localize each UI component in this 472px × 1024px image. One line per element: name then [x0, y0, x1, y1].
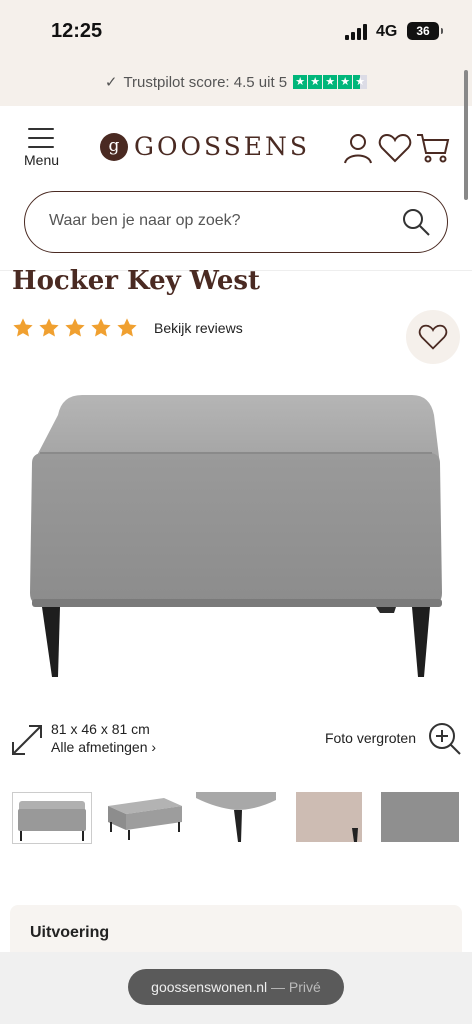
private-label: — Privé [271, 979, 321, 995]
product-image[interactable] [20, 385, 452, 685]
dimensions-row: 81 x 46 x 81 cm Alle afmetingen › Foto v… [10, 720, 462, 760]
trustpilot-stars: ★ ★ ★ ★ ★ [293, 75, 368, 89]
signal-icon [345, 24, 369, 40]
thumbnail-angle[interactable] [104, 792, 184, 844]
heart-icon[interactable] [378, 132, 412, 164]
trustpilot-star-icon: ★ [308, 75, 323, 89]
browser-bar: goossenswonen.nl — Privé [0, 952, 472, 1024]
url-text: goossenswonen.nl [151, 979, 268, 995]
thumbnail-leg-detail[interactable] [196, 792, 276, 844]
logo-mark: g [100, 132, 128, 161]
user-icon[interactable] [342, 132, 374, 164]
menu-button[interactable]: Menu [22, 126, 66, 170]
search-input[interactable]: Waar ben je naar op zoek? [24, 191, 448, 253]
scrollbar[interactable] [464, 70, 468, 200]
trustpilot-star-icon: ★ [293, 75, 308, 89]
network-type: 4G [376, 23, 398, 40]
thumbnail-fabric-swatch[interactable] [381, 792, 461, 844]
variant-title: Uitvoering [30, 924, 110, 941]
trustpilot-star-icon: ★ [323, 75, 338, 89]
check-icon: ✓ [104, 74, 118, 91]
thumbnail-strip [12, 792, 472, 846]
rating-star-icon [39, 318, 59, 337]
all-dimensions-link[interactable]: Alle afmetingen › [51, 739, 156, 755]
rating-star-icon [117, 318, 137, 337]
thumbnail-fabric-corner[interactable] [296, 792, 376, 844]
product-title: Hocker Key West [12, 266, 261, 296]
trustpilot-half-star-icon: ★ [353, 75, 368, 89]
resize-arrow-icon [10, 723, 44, 757]
trustpilot-star-icon: ★ [338, 75, 353, 89]
menu-label: Menu [24, 152, 60, 168]
search-placeholder: Waar ben je naar op zoek? [49, 212, 241, 229]
trustpilot-bar[interactable]: ✓ Trustpilot score: 4.5 uit 5 ★ ★ ★ ★ ★ [0, 58, 472, 106]
zoom-label[interactable]: Foto vergroten [325, 730, 416, 746]
url-bar[interactable]: goossenswonen.nl — Privé [128, 969, 344, 1005]
hamburger-icon [28, 128, 54, 155]
product-dimensions: 81 x 46 x 81 cm [51, 721, 150, 737]
site-header: Menu g GOOSSENS Waar ben je naar op zoek… [0, 106, 472, 276]
favorite-button[interactable] [406, 310, 460, 364]
product-rating: Bekijk reviews [12, 317, 243, 339]
status-time: 12:25 [51, 20, 103, 42]
trustpilot-score: Trustpilot score: 4.5 uit 5 [123, 73, 288, 91]
cart-icon[interactable] [416, 132, 450, 164]
rating-star-icon [65, 318, 85, 337]
reviews-link[interactable]: Bekijk reviews [154, 320, 243, 336]
search-icon[interactable] [401, 207, 431, 237]
battery-icon: 36 [407, 22, 443, 40]
status-bar: 12:25 4G 36 [0, 0, 472, 58]
rating-star-icon [91, 318, 111, 337]
logo-text: GOOSSENS [134, 132, 311, 161]
heart-icon [418, 324, 448, 350]
rating-star-icon [13, 318, 33, 337]
site-logo[interactable]: g GOOSSENS [100, 132, 310, 161]
thumbnail-front[interactable] [12, 792, 92, 844]
zoom-in-icon[interactable] [428, 722, 462, 756]
